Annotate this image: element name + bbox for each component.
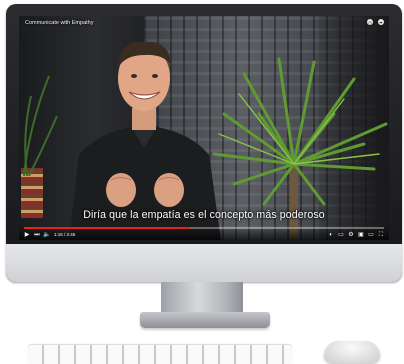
play-icon[interactable]: ▶ <box>24 232 30 238</box>
monitor: Communicate with Empathy ◷ ➦ Diría que l… <box>6 4 402 282</box>
subtitles-icon[interactable]: ▭ <box>338 232 344 238</box>
top-actions: ◷ ➦ <box>367 19 384 25</box>
player-controls: ▶ ⏭ 🔈 1:16 / 2:46 ◐ ▭ ⚙ ▣ ▭ ⛶ <box>19 226 389 240</box>
settings-icon[interactable]: ⚙ <box>348 232 354 238</box>
autoplay-toggle-icon[interactable]: ◐ <box>328 232 334 238</box>
volume-icon[interactable]: 🔈 <box>43 232 50 238</box>
next-icon[interactable]: ⏭ <box>34 232 40 238</box>
keyboard <box>28 345 292 364</box>
monitor-base <box>140 312 270 328</box>
miniplayer-icon[interactable]: ▣ <box>358 232 364 238</box>
theater-icon[interactable]: ▭ <box>368 232 374 238</box>
share-icon[interactable]: ➦ <box>378 19 384 25</box>
progress-bar-fill <box>24 227 190 229</box>
video-player[interactable]: Communicate with Empathy ◷ ➦ Diría que l… <box>19 16 389 240</box>
clock-icon[interactable]: ◷ <box>367 19 373 25</box>
mouse <box>324 341 380 363</box>
monitor-chin <box>6 244 402 282</box>
time-display: 1:16 / 2:46 <box>54 232 76 237</box>
monitor-stand <box>161 282 243 316</box>
fullscreen-icon[interactable]: ⛶ <box>378 232 384 238</box>
progress-bar[interactable] <box>24 227 384 229</box>
subtitle-caption: Diría que la empatía es el concepto más … <box>83 209 325 221</box>
video-title[interactable]: Communicate with Empathy <box>25 20 93 26</box>
